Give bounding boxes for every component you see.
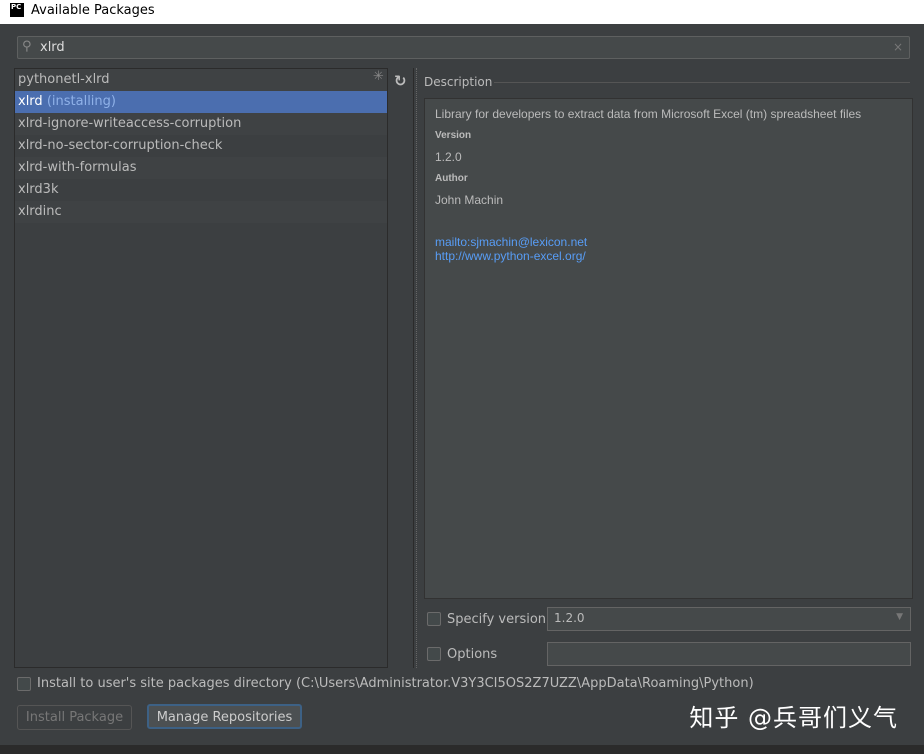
version-select-value: 1.2.0 [554,611,585,625]
package-row[interactable]: xlrdinc [15,201,387,223]
package-name: xlrdinc [18,204,62,219]
description-label: Description [424,75,493,89]
package-name: xlrd3k [18,182,59,197]
package-status: (installing) [46,94,116,109]
pycharm-logo-icon: PC [10,3,24,17]
search-input[interactable]: ⚲ xlrd × [17,36,910,59]
options-input[interactable] [547,642,911,666]
install-user-label: Install to user's site packages director… [37,676,754,691]
specify-version-checkbox[interactable] [427,612,441,626]
package-name: xlrd-ignore-writeaccess-corruption [18,116,242,131]
window-title: Available Packages [31,3,155,18]
manage-repositories-button[interactable]: Manage Repositories [147,704,302,729]
author-heading: Author [435,173,468,184]
install-package-button[interactable]: Install Package [17,705,132,730]
list-toolbar [388,68,414,668]
refresh-icon[interactable]: ↻ [394,72,407,90]
options-checkbox[interactable] [427,647,441,661]
splitter[interactable] [416,68,422,668]
version-select[interactable]: 1.2.0 ▼ [547,607,911,631]
author-email-link[interactable]: mailto:sjmachin@lexicon.net [435,235,902,249]
options-label: Options [447,647,498,662]
search-value: xlrd [40,40,65,55]
divider [494,82,910,83]
homepage-link[interactable]: http://www.python-excel.org/ [435,249,902,263]
install-user-checkbox[interactable] [17,677,31,691]
version-heading: Version [435,130,472,141]
clear-search-icon[interactable]: × [893,40,903,54]
title-bar: PC Available Packages [0,0,924,24]
package-summary: Library for developers to extract data f… [435,107,862,121]
package-row-selected[interactable]: xlrd (installing) [15,91,387,113]
package-row[interactable]: pythonetl-xlrd [15,69,387,91]
specify-version-label: Specify version [447,612,547,627]
package-name: xlrd-no-sector-corruption-check [18,138,223,153]
package-row[interactable]: xlrd-no-sector-corruption-check [15,135,387,157]
loading-spinner-icon: ✳ [373,69,384,84]
watermark: 知乎 @兵哥们义气 [689,704,898,732]
search-icon: ⚲ [22,39,32,54]
version-value: 1.2.0 [435,150,462,164]
package-row[interactable]: xlrd3k [15,179,387,201]
package-name: pythonetl-xlrd [18,72,110,87]
package-name: xlrd [18,94,43,109]
description-panel: Library for developers to extract data f… [424,98,913,599]
package-row[interactable]: xlrd-with-formulas [15,157,387,179]
chevron-down-icon: ▼ [896,612,903,622]
package-list[interactable]: pythonetl-xlrd xlrd (installing) xlrd-ig… [14,68,388,668]
package-row[interactable]: xlrd-ignore-writeaccess-corruption [15,113,387,135]
package-name: xlrd-with-formulas [18,160,137,175]
bottom-edge [0,745,924,754]
author-value: John Machin [435,193,504,207]
